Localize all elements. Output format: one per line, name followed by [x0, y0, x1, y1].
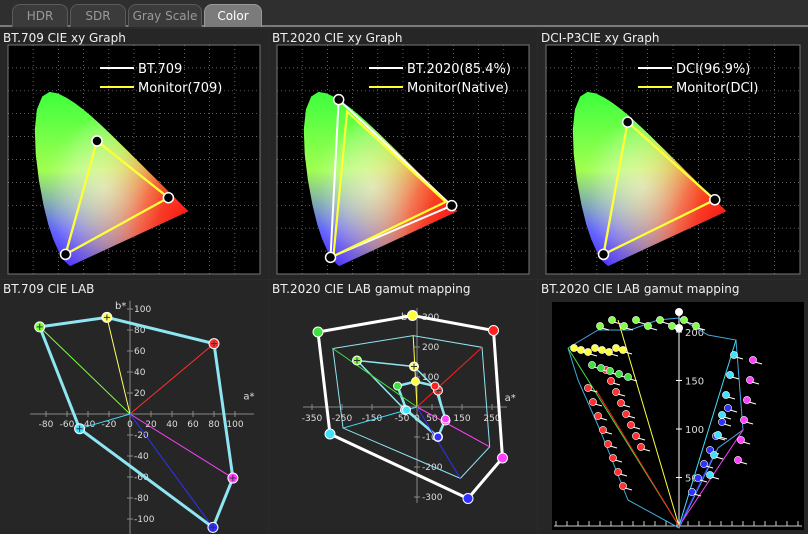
xy-panel-dcip3: DCI-P3CIE xy Graph DCI(96.9%) Monitor(DCI… [538, 29, 808, 279]
lab-graph: -350 -250 -150 -50 0 50 150 250300200100-100-20… [302, 308, 516, 504]
xy-graph: BT.709 Monitor(709) [7, 44, 261, 275]
l-tick-label: 150 [685, 377, 704, 388]
b-axis-label: b* [115, 301, 126, 312]
tab-color[interactable]: Color [204, 4, 262, 27]
bt709-primary-marker [430, 381, 440, 391]
primary-spoke [39, 326, 131, 415]
primary-spoke [106, 317, 131, 415]
legend-measured-label: Monitor(DCI) [676, 81, 758, 96]
bt2020-primary-marker [407, 310, 418, 321]
primary-spoke [332, 348, 418, 408]
b-tick-label: -80 [134, 494, 149, 504]
primary-marker [59, 248, 72, 261]
bt709-primary-marker [433, 432, 443, 442]
primary-marker [162, 191, 175, 204]
bt2020-primary-marker [488, 325, 499, 336]
legend-measured-label: Monitor(709) [138, 81, 222, 96]
lab-graph: -80 -60 -40 -20 0 20 40 60 80 10010080604020-20-4… [30, 300, 255, 534]
xy-graph: BT.2020(85.4%) Monitor(Native) [276, 44, 530, 275]
primary-marker [709, 194, 721, 206]
b-tick-label: 100 [134, 305, 151, 315]
b-tick-label: -20 [134, 431, 149, 441]
primary-marker [621, 116, 634, 128]
a-tick-label: 150 [453, 414, 470, 424]
a-tick-label: 60 [187, 420, 199, 430]
b-tick-label: -40 [134, 452, 149, 462]
a-axis-label: a* [505, 393, 516, 404]
a-tick-label: -80 [39, 420, 54, 430]
a-tick-label: -50 [395, 414, 410, 424]
tab-sdr[interactable]: SDR [70, 4, 126, 27]
primary-marker [332, 93, 345, 106]
bt2020-primary-marker [324, 428, 336, 440]
primary-marker [324, 251, 337, 264]
b-tick-label: -300 [422, 493, 443, 503]
xy-panel-bt2020: BT.2020 CIE xy Graph BT.2020(85.4%) Monit… [269, 29, 537, 279]
lab-panel-bt2020-mapping: BT.2020 CIE LAB gamut mapping -350 -250 -1… [269, 280, 537, 534]
l-tick-label: 100 [685, 425, 704, 436]
white-point-marker [675, 308, 683, 316]
white-point-marker [675, 324, 683, 332]
lab-panel-bt709: BT.709 CIE LAB -80 -60 -40 -20 0 20 40 60 80 100 1… [0, 280, 268, 534]
tab-bar: HDR SDR Gray Scale Color [0, 0, 808, 27]
lab-3d-graph: 20015010050 [552, 302, 804, 530]
b-tick-label: -200 [422, 463, 443, 473]
bt2020-primary-marker [312, 326, 324, 338]
b-tick-label: 20 [134, 389, 146, 399]
primary-marker [445, 199, 458, 212]
a-axis-label: a* [243, 391, 254, 402]
bt709-primary-marker [402, 405, 411, 415]
primary-marker [91, 135, 103, 147]
xy-panel-bt709: BT.709 CIE xy Graph BT.709 Monitor(709) [0, 29, 268, 279]
xy-graph: DCI(96.9%) Monitor(DCI) [545, 44, 801, 275]
tab-hdr[interactable]: HDR [12, 4, 68, 27]
legend-reference-label: BT.2020(85.4%) [407, 62, 511, 77]
primary-spoke [129, 413, 214, 528]
bt709-primary-marker [441, 414, 450, 424]
primary-marker [597, 248, 610, 261]
bt709-primary-marker [411, 377, 420, 386]
bt2020-primary-marker [497, 452, 508, 464]
a-tick-label: -60 [60, 420, 75, 430]
l-tick-label: 200 [685, 328, 704, 339]
b-tick-label: -100 [134, 515, 155, 525]
bt2020-primary-marker [462, 493, 474, 504]
a-tick-label: -350 [302, 414, 323, 424]
b-tick-label: 60 [134, 347, 146, 357]
legend-reference-label: BT.709 [138, 62, 182, 77]
legend-reference-label: DCI(96.9%) [676, 62, 750, 77]
a-tick-label: 80 [208, 420, 220, 430]
lab-panel-bt2020-3d: BT.2020 CIE LAB gamut mapping 200 150 100 5… [538, 280, 808, 534]
bt709-primary-marker [393, 381, 402, 391]
b-tick-label: 40 [134, 368, 146, 378]
tab-gray-scale[interactable]: Gray Scale [128, 4, 202, 27]
b-tick-label: 200 [422, 343, 439, 353]
a-tick-label: -150 [362, 414, 383, 424]
legend-measured-label: Monitor(Native) [407, 81, 509, 96]
a-tick-label: 40 [166, 420, 178, 430]
plot-area [552, 302, 804, 530]
a-tick-label: 100 [226, 420, 243, 430]
a-tick-label: 0 [127, 420, 133, 430]
